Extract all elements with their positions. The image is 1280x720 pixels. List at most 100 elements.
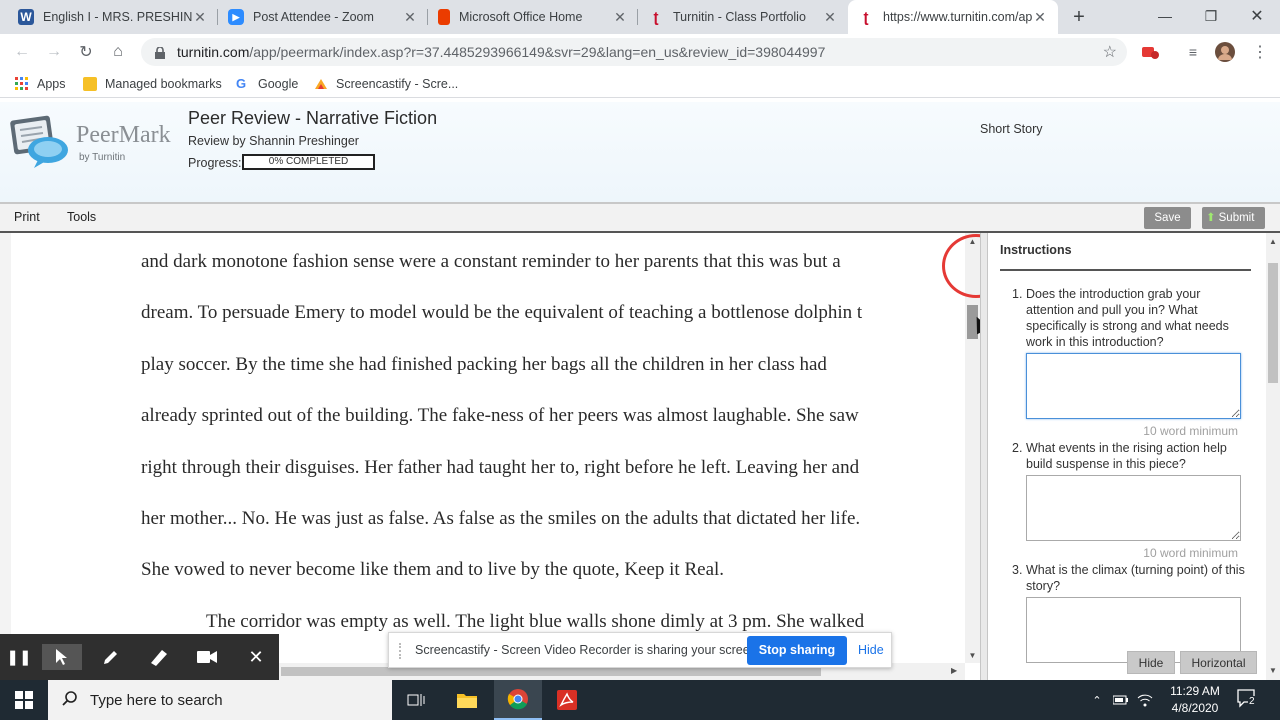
taskbar-search-input[interactable]: Type here to search bbox=[48, 680, 392, 720]
tab-turnitin-portfolio[interactable]: ʈ Turnitin - Class Portfolio ✕ bbox=[638, 0, 848, 34]
hide-button[interactable]: Hide bbox=[1127, 651, 1175, 674]
question-number: 2. bbox=[1012, 441, 1023, 455]
scroll-right-arrow-icon[interactable]: ▶ bbox=[951, 666, 957, 675]
bookmark-google[interactable]: G Google bbox=[236, 70, 298, 98]
tab-english[interactable]: W English I - MRS. PRESHINGER ✕ bbox=[8, 0, 218, 34]
menu-kebab-icon[interactable]: ⋮ bbox=[1250, 42, 1270, 62]
camera-icon[interactable] bbox=[194, 644, 220, 670]
scroll-down-arrow-icon[interactable]: ▼ bbox=[1266, 666, 1280, 675]
bookmark-screencastify[interactable]: Screencastify - Scre... bbox=[314, 70, 458, 98]
up-arrow-icon: ⬆ bbox=[1206, 212, 1216, 224]
drag-handle-icon[interactable] bbox=[399, 643, 405, 659]
instructions-scrollbar[interactable]: ▲ ▼ bbox=[1266, 233, 1280, 680]
bookmark-label: Screencastify - Scre... bbox=[336, 77, 459, 91]
submit-button[interactable]: ⬆ Submit bbox=[1202, 207, 1265, 229]
system-clock[interactable]: 11:29 AM 4/8/2020 bbox=[1160, 683, 1230, 717]
question-text: What is the climax (turning point) of th… bbox=[1026, 563, 1245, 593]
document-viewer[interactable]: and dark monotone fashion sense were a c… bbox=[0, 233, 965, 680]
notification-count: 2 bbox=[1248, 696, 1256, 707]
close-icon[interactable]: ✕ bbox=[402, 9, 418, 26]
scrollbar-thumb[interactable] bbox=[1268, 263, 1278, 383]
submit-label: Submit bbox=[1218, 212, 1255, 224]
close-icon[interactable]: ✕ bbox=[192, 9, 208, 26]
notification-center-icon[interactable]: 2 bbox=[1236, 688, 1260, 710]
windows-start-icon[interactable] bbox=[0, 680, 48, 720]
logo-wordmark: PeerMark bbox=[76, 122, 171, 148]
profile-avatar[interactable] bbox=[1215, 42, 1235, 62]
window-close-icon[interactable]: ✕ bbox=[1234, 0, 1280, 32]
forward-arrow-icon[interactable]: → bbox=[43, 41, 65, 63]
document-line: her mother... No. He was just as false. … bbox=[141, 508, 861, 529]
restore-icon[interactable]: ❐ bbox=[1188, 0, 1234, 32]
word-minimum-note: 10 word minimum bbox=[1143, 546, 1238, 560]
peermark-header: PeerMark by Turnitin Peer Review - Narra… bbox=[0, 102, 1280, 202]
reviewer-name: Review by Shannin Preshinger bbox=[188, 134, 359, 148]
document-line: dream. To persuade Emery to model would … bbox=[141, 302, 863, 323]
back-arrow-icon[interactable]: ← bbox=[11, 41, 33, 63]
answer-field-2[interactable] bbox=[1026, 475, 1241, 541]
hide-banner-button[interactable]: Hide bbox=[858, 643, 884, 657]
highlighter-icon[interactable] bbox=[146, 644, 172, 670]
acrobat-icon[interactable] bbox=[543, 680, 591, 720]
document-line: She vowed to never become like them and … bbox=[141, 559, 725, 580]
close-icon[interactable]: ✕ bbox=[1032, 9, 1048, 26]
tray-overflow-icon[interactable]: ⌃ bbox=[1088, 680, 1106, 720]
bookmark-apps[interactable]: Apps bbox=[15, 70, 66, 98]
screencastify-icon bbox=[314, 77, 328, 91]
question-text: Does the introduction grab your attentio… bbox=[1026, 287, 1229, 349]
bookmarks-bar: Apps Managed bookmarks G Google Screenca… bbox=[0, 70, 1280, 98]
address-bar[interactable]: turnitin.com/app/peermark/index.asp?r=37… bbox=[141, 38, 1127, 66]
document-line: and dark monotone fashion sense were a c… bbox=[141, 251, 841, 272]
pane-splitter[interactable] bbox=[980, 233, 988, 680]
bookmark-label: Apps bbox=[37, 77, 66, 91]
tab-title: https://www.turnitin.com/app/peermark bbox=[883, 10, 1032, 24]
tab-zoom[interactable]: ▶ Post Attendee - Zoom ✕ bbox=[218, 0, 428, 34]
bookmark-label: Google bbox=[258, 77, 299, 91]
battery-icon[interactable] bbox=[1110, 680, 1132, 720]
question-number: 1. bbox=[1012, 287, 1023, 301]
scroll-down-arrow-icon[interactable]: ▼ bbox=[965, 651, 980, 660]
wifi-icon[interactable] bbox=[1134, 680, 1156, 720]
new-tab-button[interactable]: + bbox=[1068, 6, 1090, 28]
file-explorer-icon[interactable] bbox=[443, 680, 491, 720]
sharing-message: Screencastify - Screen Video Recorder is… bbox=[415, 643, 761, 657]
page-title: Peer Review - Narrative Fiction bbox=[188, 108, 438, 128]
close-toolbar-icon[interactable]: ✕ bbox=[243, 644, 269, 670]
close-icon[interactable]: ✕ bbox=[612, 9, 628, 26]
scroll-up-arrow-icon[interactable]: ▲ bbox=[1266, 237, 1280, 246]
tab-title: Post Attendee - Zoom bbox=[253, 10, 374, 24]
peermark-logo-icon bbox=[10, 115, 68, 168]
bookmark-managed[interactable]: Managed bookmarks bbox=[83, 70, 222, 98]
tab-office[interactable]: Microsoft Office Home ✕ bbox=[428, 0, 638, 34]
browser-toolbar: ← → ↻ ⌂ turnitin.com/app/peermark/index.… bbox=[0, 34, 1280, 70]
screencastify-extension-icon[interactable] bbox=[1140, 42, 1160, 62]
clock-date: 4/8/2020 bbox=[1171, 701, 1219, 715]
print-menu[interactable]: Print bbox=[14, 210, 40, 224]
reload-icon[interactable]: ↻ bbox=[75, 41, 97, 63]
document-line: The corridor was empty as well. The ligh… bbox=[206, 611, 865, 632]
horizontal-layout-button[interactable]: Horizontal bbox=[1180, 651, 1257, 674]
scrollbar-thumb[interactable] bbox=[281, 667, 821, 676]
document-line: play soccer. By the time she had finishe… bbox=[141, 354, 827, 375]
chrome-icon[interactable] bbox=[494, 680, 542, 720]
zoom-icon: ▶ bbox=[228, 9, 244, 25]
pen-icon[interactable] bbox=[98, 644, 124, 670]
minimize-icon[interactable]: — bbox=[1142, 0, 1188, 32]
lock-icon bbox=[155, 46, 165, 59]
stop-sharing-button[interactable]: Stop sharing bbox=[747, 636, 847, 665]
instructions-panel: Instructions 1. Does the introduction gr… bbox=[988, 233, 1268, 680]
office-icon bbox=[438, 9, 450, 25]
task-view-icon[interactable] bbox=[392, 680, 440, 720]
pause-icon[interactable]: ❚❚ bbox=[6, 644, 32, 670]
word-icon: W bbox=[18, 9, 34, 25]
tools-menu[interactable]: Tools bbox=[67, 210, 96, 224]
pointer-icon[interactable] bbox=[42, 644, 82, 670]
answer-field-1[interactable] bbox=[1026, 353, 1241, 419]
bookmark-star-icon[interactable]: ☆ bbox=[1103, 42, 1117, 62]
apps-grid-icon bbox=[15, 77, 29, 91]
close-icon[interactable]: ✕ bbox=[822, 9, 838, 26]
home-icon[interactable]: ⌂ bbox=[107, 41, 129, 63]
tab-peermark-active[interactable]: ʈ https://www.turnitin.com/app/peermark … bbox=[848, 0, 1058, 34]
save-button[interactable]: Save bbox=[1144, 207, 1191, 229]
playlist-icon[interactable]: ≡ bbox=[1183, 42, 1203, 62]
